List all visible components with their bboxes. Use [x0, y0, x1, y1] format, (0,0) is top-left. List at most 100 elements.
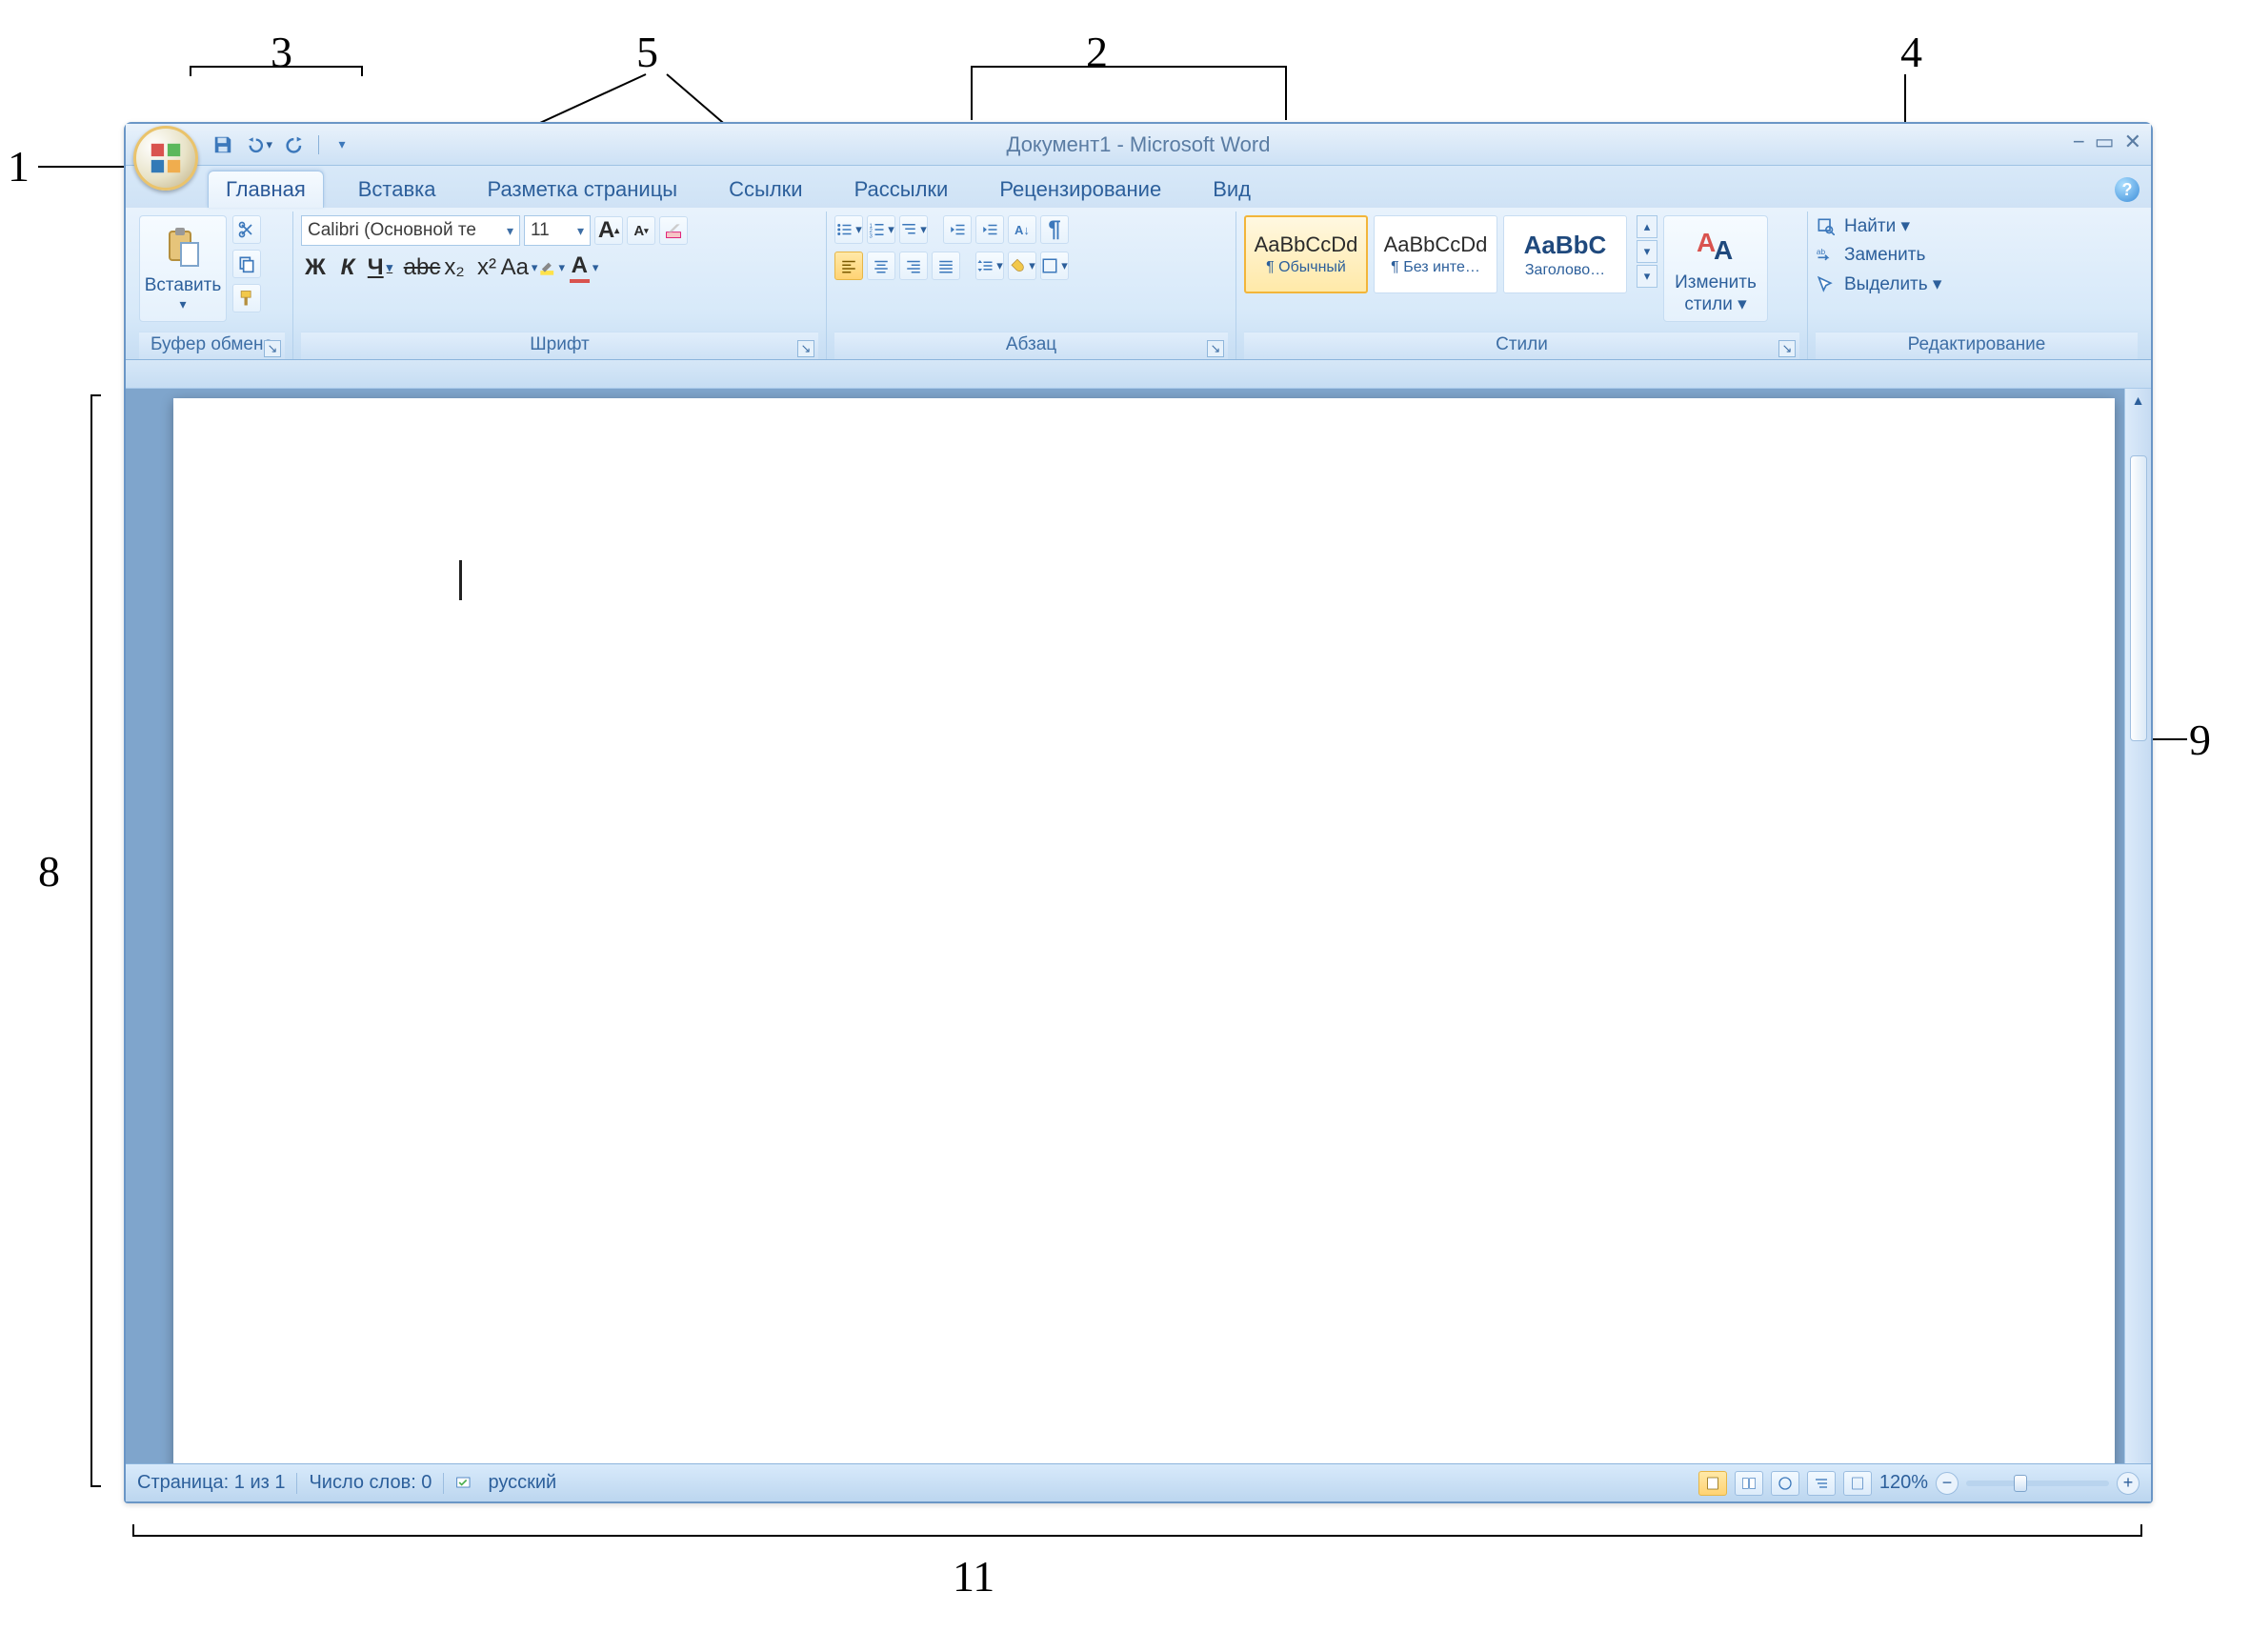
line-spacing-icon[interactable]	[975, 252, 1004, 280]
superscript-button[interactable]: x²	[472, 253, 501, 282]
tab-view[interactable]: Вид	[1195, 171, 1268, 208]
paragraph-launcher-icon[interactable]: ↘	[1207, 340, 1224, 357]
zoom-in-button[interactable]: +	[2117, 1472, 2140, 1495]
document-viewport[interactable]	[126, 389, 2124, 1463]
style-no-spacing[interactable]: AaBbCcDd ¶ Без инте…	[1374, 215, 1497, 293]
status-language[interactable]: русский	[488, 1472, 556, 1494]
multilevel-icon[interactable]	[899, 215, 928, 244]
tab-insert[interactable]: Вставка	[341, 171, 453, 208]
select-label: Выделить ▾	[1844, 273, 1941, 295]
decrease-indent-icon[interactable]	[943, 215, 972, 244]
status-words[interactable]: Число слов: 0	[309, 1472, 432, 1494]
group-styles: AaBbCcDd ¶ Обычный AaBbCcDd ¶ Без инте… …	[1236, 212, 1808, 359]
qat-customize-icon[interactable]: ▾	[329, 131, 355, 158]
show-marks-icon[interactable]: ¶	[1040, 215, 1069, 244]
tab-references[interactable]: Ссылки	[712, 171, 819, 208]
group-font-text: Шрифт	[530, 334, 590, 354]
font-launcher-icon[interactable]: ↘	[797, 340, 814, 357]
paste-label: Вставить	[145, 275, 222, 296]
strikethrough-button[interactable]: abc	[408, 253, 436, 282]
status-page[interactable]: Страница: 1 из 1	[137, 1472, 285, 1494]
highlight-button[interactable]	[537, 253, 566, 282]
find-button[interactable]: Найти ▾	[1816, 215, 1941, 237]
borders-icon[interactable]	[1040, 252, 1069, 280]
titlebar: ▾ Документ1 - Microsoft Word − ▭ ✕	[126, 124, 2151, 166]
tab-home[interactable]: Главная	[208, 171, 324, 208]
ribbon: Вставить ▾ Буфер обмена ↘ Calibri (Осн	[126, 208, 2151, 360]
clear-formatting-icon[interactable]	[659, 216, 688, 245]
view-web-layout-icon[interactable]	[1771, 1471, 1799, 1496]
font-color-button[interactable]: A	[570, 253, 598, 282]
view-draft-icon[interactable]	[1843, 1471, 1872, 1496]
shrink-font-icon[interactable]: A▾	[627, 216, 655, 245]
vertical-scrollbar[interactable]: ▲	[2124, 389, 2151, 1463]
zoom-level[interactable]: 120%	[1879, 1472, 1928, 1494]
shading-icon[interactable]	[1008, 252, 1036, 280]
copy-icon[interactable]	[232, 250, 261, 278]
font-family-combo[interactable]: Calibri (Основной те▾	[301, 215, 520, 246]
style-heading1[interactable]: AaBbC Заголово…	[1503, 215, 1627, 293]
paste-dropdown-icon[interactable]: ▾	[179, 296, 186, 312]
styles-launcher-icon[interactable]: ↘	[1778, 340, 1796, 357]
align-center-icon[interactable]	[867, 252, 895, 280]
grow-font-icon[interactable]: A▴	[594, 216, 623, 245]
group-font: Calibri (Основной те▾ 11▾ A▴ A▾ Ж К Ч ab…	[293, 212, 827, 359]
change-case-button[interactable]: Aa	[505, 253, 533, 282]
select-button[interactable]: Выделить ▾	[1816, 273, 1941, 295]
zoom-out-button[interactable]: −	[1936, 1472, 1959, 1495]
style-no-spacing-sample: AaBbCcDd	[1384, 232, 1488, 257]
underline-button[interactable]: Ч	[366, 253, 394, 282]
find-label: Найти ▾	[1844, 215, 1910, 237]
redo-icon[interactable]	[282, 131, 309, 158]
horizontal-ruler[interactable]	[126, 360, 2151, 389]
close-button[interactable]: ✕	[2124, 130, 2141, 154]
svg-text:3: 3	[870, 233, 874, 238]
style-normal[interactable]: AaBbCcDd ¶ Обычный	[1244, 215, 1368, 293]
clipboard-launcher-icon[interactable]: ↘	[264, 340, 281, 357]
spellcheck-icon[interactable]	[455, 1473, 476, 1494]
callout-1: 1	[8, 141, 30, 191]
change-styles-button[interactable]: AA Изменить стили ▾	[1663, 215, 1768, 322]
style-no-spacing-name: ¶ Без инте…	[1391, 259, 1480, 276]
numbering-icon[interactable]: 123	[867, 215, 895, 244]
qat-separator	[318, 135, 319, 154]
align-justify-icon[interactable]	[932, 252, 960, 280]
minimize-button[interactable]: −	[2073, 130, 2085, 154]
change-styles-label2: стили ▾	[1684, 293, 1746, 315]
font-size-combo[interactable]: 11▾	[524, 215, 591, 246]
view-outline-icon[interactable]	[1807, 1471, 1836, 1496]
tab-page-layout[interactable]: Разметка страницы	[471, 171, 695, 208]
align-right-icon[interactable]	[899, 252, 928, 280]
callout-11: 11	[953, 1551, 994, 1602]
group-paragraph-text: Абзац	[1006, 334, 1056, 354]
align-left-icon[interactable]	[834, 252, 863, 280]
tab-mailings[interactable]: Рассылки	[837, 171, 966, 208]
select-icon	[1816, 274, 1837, 295]
italic-button[interactable]: К	[333, 253, 362, 282]
undo-icon[interactable]	[246, 131, 272, 158]
window-title: Документ1 - Microsoft Word	[1007, 132, 1271, 157]
save-icon[interactable]	[210, 131, 236, 158]
increase-indent-icon[interactable]	[975, 215, 1004, 244]
document-page[interactable]	[173, 398, 2115, 1463]
zoom-slider[interactable]	[1966, 1481, 2109, 1486]
subscript-button[interactable]: x₂	[440, 253, 469, 282]
view-print-layout-icon[interactable]	[1698, 1471, 1727, 1496]
style-gallery-more[interactable]: ▴▾▾	[1637, 215, 1657, 288]
office-button[interactable]	[133, 126, 198, 191]
zoom-slider-knob[interactable]	[2014, 1475, 2027, 1492]
view-full-screen-icon[interactable]	[1735, 1471, 1763, 1496]
paste-button[interactable]: Вставить ▾	[139, 215, 227, 322]
bold-button[interactable]: Ж	[301, 253, 330, 282]
find-icon	[1816, 216, 1837, 237]
cut-icon[interactable]	[232, 215, 261, 244]
scrollbar-thumb[interactable]	[2130, 455, 2147, 741]
format-painter-icon[interactable]	[232, 284, 261, 312]
callout-5: 5	[636, 27, 658, 77]
bullets-icon[interactable]	[834, 215, 863, 244]
tab-review[interactable]: Рецензирование	[982, 171, 1178, 208]
help-button[interactable]: ?	[2115, 177, 2140, 202]
replace-button[interactable]: ab Заменить	[1816, 245, 1941, 266]
maximize-button[interactable]: ▭	[2095, 130, 2115, 154]
sort-icon[interactable]: A↓	[1008, 215, 1036, 244]
